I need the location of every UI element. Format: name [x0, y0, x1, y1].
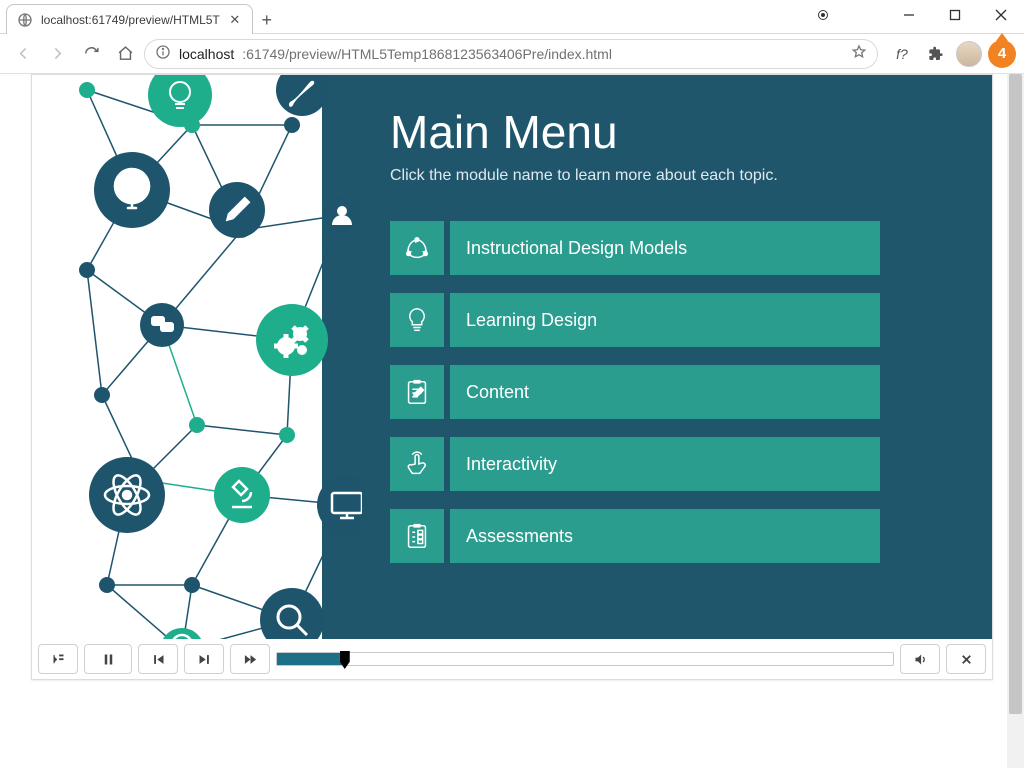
window-minimize-button[interactable] [886, 0, 932, 30]
touch-icon [390, 437, 444, 491]
bulb-icon [390, 293, 444, 347]
window-maximize-button[interactable] [932, 0, 978, 30]
page-viewport: Main Menu Click the module name to learn… [0, 74, 1024, 768]
module-bulb[interactable]: Learning Design [390, 293, 966, 347]
browser-tab[interactable]: localhost:61749/preview/HTML5T ✕ [6, 4, 253, 34]
playbar [32, 639, 992, 679]
browser-toolbar: localhost :61749/preview/HTML5Temp1868123… [0, 34, 1024, 74]
clipboard-edit-icon [390, 365, 444, 419]
back-button[interactable] [8, 39, 38, 69]
course-stage: Main Menu Click the module name to learn… [32, 75, 992, 639]
page-subtitle: Click the module name to learn more abou… [390, 167, 966, 185]
window-controls [800, 0, 1024, 30]
tab-strip: localhost:61749/preview/HTML5T ✕ + [0, 0, 281, 34]
progress-fill [277, 653, 345, 665]
forward-button[interactable] [42, 39, 72, 69]
window-close-button[interactable] [978, 0, 1024, 30]
module-clipboard-edit[interactable]: Content [390, 365, 966, 419]
module-label: Instructional Design Models [450, 221, 880, 275]
module-label: Learning Design [450, 293, 880, 347]
notification-badge[interactable]: 4 [988, 40, 1016, 68]
extension-f[interactable]: f? [888, 40, 916, 68]
address-bar[interactable]: localhost :61749/preview/HTML5Temp1868123… [144, 39, 878, 69]
clipboard-check-icon [390, 509, 444, 563]
url-host: localhost [179, 46, 234, 62]
pause-button[interactable] [84, 644, 132, 674]
extensions-row: f? 4 [888, 40, 1016, 68]
course-stage-outer: Main Menu Click the module name to learn… [31, 74, 993, 680]
page-title: Main Menu [390, 105, 966, 159]
decorative-network-art [32, 75, 322, 639]
reload-button[interactable] [76, 39, 106, 69]
module-label: Assessments [450, 509, 880, 563]
url-path: :61749/preview/HTML5Temp1868123563406Pre… [242, 46, 612, 62]
new-tab-button[interactable]: + [253, 6, 281, 34]
module-cycle[interactable]: Instructional Design Models [390, 221, 966, 275]
account-badge-icon[interactable] [800, 0, 846, 30]
vertical-scrollbar[interactable] [1007, 74, 1024, 768]
main-panel: Main Menu Click the module name to learn… [322, 75, 992, 639]
volume-button[interactable] [900, 644, 940, 674]
forward-step-button[interactable] [184, 644, 224, 674]
home-button[interactable] [110, 39, 140, 69]
cycle-icon [390, 221, 444, 275]
globe-icon [17, 12, 33, 28]
module-label: Interactivity [450, 437, 880, 491]
fast-forward-button[interactable] [230, 644, 270, 674]
toc-button[interactable] [38, 644, 78, 674]
module-touch[interactable]: Interactivity [390, 437, 966, 491]
tab-close-icon[interactable]: ✕ [228, 13, 242, 27]
rewind-button[interactable] [138, 644, 178, 674]
window-titlebar: localhost:61749/preview/HTML5T ✕ + [0, 0, 1024, 34]
module-clipboard-check[interactable]: Assessments [390, 509, 966, 563]
tab-title: localhost:61749/preview/HTML5T [41, 13, 220, 27]
profile-avatar[interactable] [956, 41, 982, 67]
module-label: Content [450, 365, 880, 419]
module-list: Instructional Design Models Learning Desi… [390, 221, 966, 563]
progress-thumb[interactable] [340, 651, 350, 669]
scrollbar-thumb[interactable] [1009, 74, 1022, 714]
progress-bar[interactable] [276, 652, 894, 666]
bookmark-star-icon[interactable] [851, 44, 867, 63]
site-info-icon[interactable] [155, 44, 171, 63]
exit-button[interactable] [946, 644, 986, 674]
extensions-puzzle-icon[interactable] [922, 40, 950, 68]
